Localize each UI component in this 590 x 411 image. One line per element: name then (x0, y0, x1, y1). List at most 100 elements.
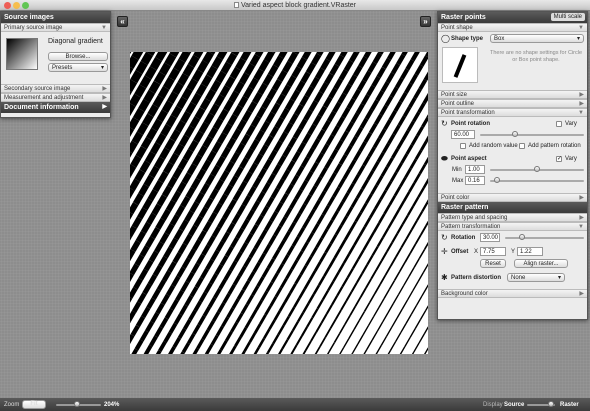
add-pattern-rotation-checkbox[interactable] (519, 143, 525, 149)
collapse-left-panel-button[interactable]: « (117, 16, 128, 27)
offset-y-label: Y (511, 249, 516, 255)
min-aspect-input[interactable]: 1.00 (465, 165, 485, 174)
presets-popup[interactable]: Presets ▾ (48, 63, 108, 72)
popup-arrow-icon: ▾ (557, 275, 561, 281)
rotation-icon: ↻ (441, 233, 448, 242)
distortion-icon: ✱ (441, 273, 448, 282)
browse-button[interactable]: Browse... (48, 52, 108, 61)
point-rotation-label: Point rotation (451, 121, 490, 127)
raster-points-title: Raster points (441, 14, 486, 21)
slider-knob[interactable] (534, 166, 540, 172)
primary-source-body: Diagonal gradient Browse... Presets ▾ (1, 32, 110, 84)
zoom-slider[interactable] (56, 401, 101, 407)
presets-label: Presets (52, 65, 73, 71)
triangle-down-icon: ▼ (578, 224, 584, 230)
document-information-header[interactable]: Document information ▶ (1, 102, 110, 113)
shape-type-select[interactable]: Box ▾ (490, 34, 584, 43)
max-aspect-slider[interactable] (490, 177, 584, 183)
window-title-bar: Varied aspect block gradient.VRaster (0, 0, 590, 11)
triangle-right-icon: ▶ (102, 86, 107, 92)
document-icon (233, 2, 239, 8)
display-slider[interactable] (527, 401, 555, 407)
primary-source-label: Primary source image (4, 25, 63, 31)
min-label: Min (452, 167, 462, 173)
background-color-label: Background color (441, 291, 488, 297)
double-chevron-left-icon: « (120, 17, 125, 26)
document-information-label: Document information (4, 104, 79, 111)
no-shape-settings-note: There are no shape settings for Circle o… (489, 50, 583, 63)
rotation-icon: ↻ (441, 119, 448, 128)
close-window-icon[interactable] (4, 2, 11, 9)
measurement-label: Measurement and adjustment (4, 95, 84, 101)
fit-button[interactable]: Fit (22, 400, 46, 409)
min-aspect-slider[interactable] (490, 166, 584, 172)
pattern-distortion-select[interactable]: None ▾ (507, 273, 565, 282)
raster-pattern-header: Raster pattern (438, 202, 587, 213)
max-label: Max (452, 178, 464, 184)
triangle-right-icon: ▶ (579, 215, 584, 221)
point-transformation-section[interactable]: Point transformation ▼ (438, 108, 587, 117)
slider-knob[interactable] (74, 401, 80, 407)
zoom-window-icon[interactable] (22, 2, 29, 9)
multi-scale-button[interactable]: Multi scale (550, 13, 585, 21)
zoom-label: Zoom (4, 402, 20, 408)
move-icon: ✛ (441, 247, 448, 256)
reset-button[interactable]: Reset (480, 259, 506, 268)
point-shape-section[interactable]: Point shape ▼ (438, 23, 587, 32)
source-images-header: Source images (1, 12, 110, 23)
pattern-transformation-body: ↻ Rotation 30.00 ✛ Offset X 7.75 Y 1.22 … (438, 231, 587, 289)
offset-y-input[interactable]: 1.22 (517, 247, 543, 256)
point-outline-section[interactable]: Point outline ▶ (438, 99, 587, 108)
secondary-source-section[interactable]: Secondary source image ▶ (1, 84, 110, 93)
point-shape-label: Point shape (441, 25, 473, 31)
minimize-window-icon[interactable] (13, 2, 20, 9)
window-title: Varied aspect block gradient.VRaster (240, 2, 357, 9)
shape-preview (442, 47, 478, 83)
shape-type-label: Shape type (451, 36, 484, 42)
raster-canvas[interactable] (130, 52, 428, 354)
collapse-right-panel-button[interactable]: » (420, 16, 431, 27)
display-raster-label[interactable]: Raster (560, 401, 579, 409)
pattern-type-section[interactable]: Pattern type and spacing ▶ (438, 213, 587, 222)
source-name: Diagonal gradient (48, 38, 103, 45)
popup-arrow-icon: ▾ (576, 36, 580, 42)
triangle-right-icon: ▶ (579, 92, 584, 98)
point-rotation-slider[interactable] (480, 131, 584, 137)
checkmark-icon: ✓ (557, 156, 563, 162)
box-shape-preview (453, 54, 467, 78)
point-transformation-body: ↻ Point rotation Vary 60.00 Add random v… (438, 117, 587, 193)
triangle-right-icon: ▶ (579, 195, 584, 201)
add-random-checkbox[interactable] (460, 143, 466, 149)
secondary-source-label: Secondary source image (4, 86, 71, 92)
point-color-section[interactable]: Point color ▶ (438, 193, 587, 202)
pattern-distortion-label: Pattern distortion (451, 275, 502, 281)
point-rotation-input[interactable]: 60.00 (451, 130, 475, 139)
pattern-rotation-slider[interactable] (505, 234, 584, 240)
measurement-section[interactable]: Measurement and adjustment ▶ (1, 93, 110, 102)
primary-source-section[interactable]: Primary source image ▼ (1, 23, 110, 32)
slider-knob[interactable] (512, 131, 518, 137)
point-outline-label: Point outline (441, 101, 475, 107)
triangle-down-icon: ▼ (578, 110, 584, 116)
point-size-section[interactable]: Point size ▶ (438, 90, 587, 99)
raster-points-header: Raster points Multi scale (438, 12, 587, 23)
display-label: Display (483, 402, 503, 408)
background-color-section[interactable]: Background color ▶ (438, 289, 587, 298)
aspect-icon: ⬬ (441, 154, 448, 163)
point-color-label: Point color (441, 195, 470, 201)
slider-knob[interactable] (548, 401, 554, 407)
max-aspect-input[interactable]: 0.16 (465, 176, 485, 185)
aspect-vary-checkbox[interactable]: ✓ (556, 156, 562, 162)
rotation-vary-checkbox[interactable] (556, 121, 562, 127)
raster-points-panel: Raster points Multi scale Point shape ▼ ◯… (437, 11, 588, 320)
display-source-label[interactable]: Source (504, 401, 524, 409)
pattern-rotation-input[interactable]: 30.00 (480, 233, 500, 242)
pattern-transformation-section[interactable]: Pattern transformation ▼ (438, 222, 587, 231)
pattern-transformation-label: Pattern transformation (441, 224, 501, 230)
offset-x-input[interactable]: 7.75 (480, 247, 506, 256)
align-raster-button[interactable]: Align raster... (514, 259, 568, 268)
point-transformation-label: Point transformation (441, 110, 495, 116)
slider-knob[interactable] (519, 234, 525, 240)
slider-knob[interactable] (494, 177, 500, 183)
status-bar: Zoom Fit 204% Display Source Raster (0, 398, 590, 411)
